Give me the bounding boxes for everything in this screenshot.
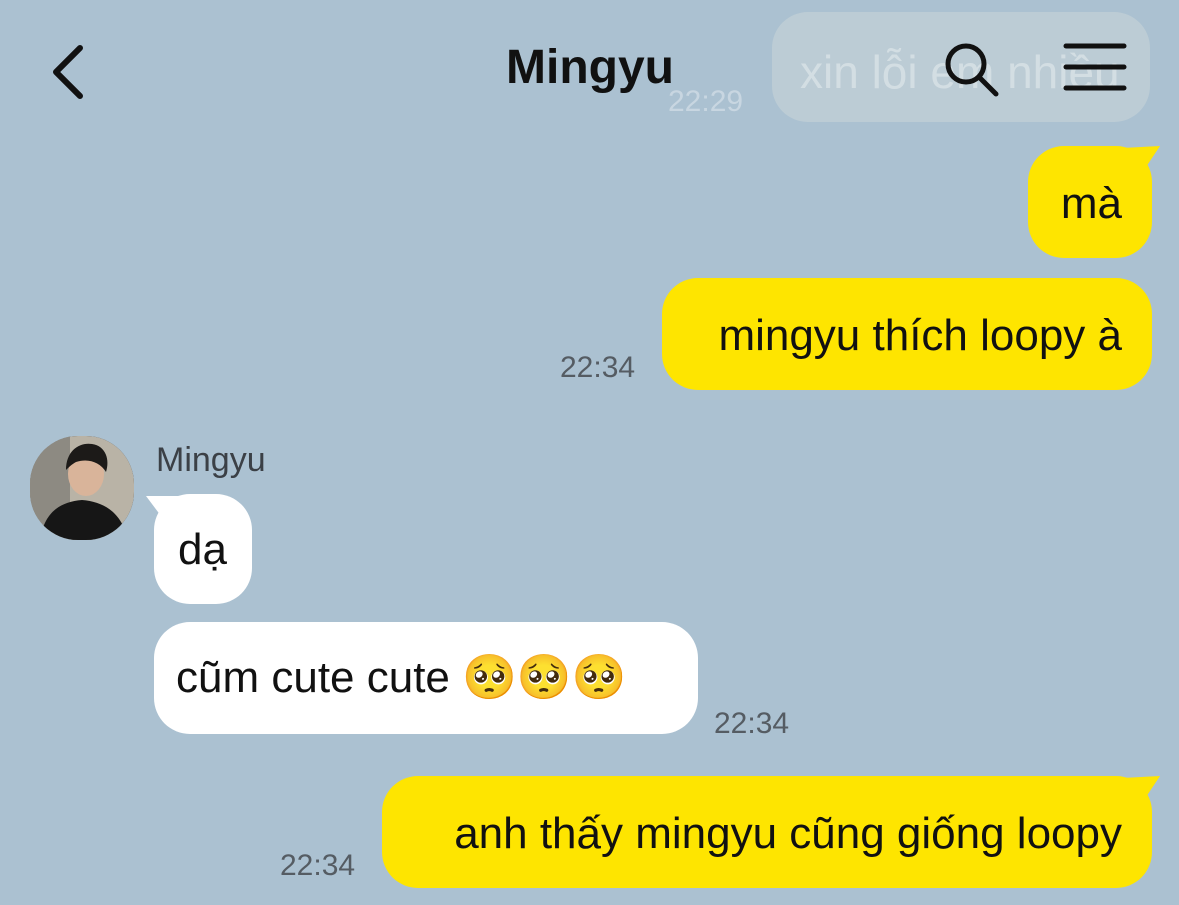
message-bubble-incoming[interactable]: cũm cute cute 🥺🥺🥺 bbox=[154, 622, 698, 734]
chat-title: Mingyu bbox=[506, 41, 674, 94]
message-bubble-outgoing[interactable]: mingyu thích loopy à bbox=[662, 278, 1152, 390]
search-button[interactable] bbox=[940, 36, 1004, 100]
message-time: 22:34 bbox=[560, 351, 636, 384]
avatar-photo-icon bbox=[30, 436, 134, 540]
message-time: 22:34 bbox=[280, 849, 356, 882]
sender-name: Mingyu bbox=[156, 441, 266, 479]
search-icon bbox=[945, 43, 999, 97]
message-time: 22:34 bbox=[714, 707, 790, 740]
message-bubble-outgoing[interactable]: anh thấy mingyu cũng giống loopy bbox=[382, 776, 1152, 888]
avatar[interactable] bbox=[30, 436, 134, 540]
message-text: cũm cute cute 🥺🥺🥺 bbox=[176, 653, 627, 702]
message-text: mingyu thích loopy à bbox=[718, 311, 1122, 360]
back-button[interactable] bbox=[40, 36, 100, 106]
hamburger-menu-icon bbox=[1063, 43, 1127, 91]
menu-button[interactable] bbox=[1058, 36, 1132, 100]
bubble-tail bbox=[1122, 146, 1160, 170]
bubble-tail bbox=[1122, 776, 1160, 800]
bubble-tail bbox=[146, 496, 182, 520]
message-text: anh thấy mingyu cũng giống loopy bbox=[454, 809, 1122, 858]
message-text: dạ bbox=[178, 525, 227, 574]
message-text: mà bbox=[1060, 179, 1122, 228]
chevron-left-icon bbox=[53, 45, 83, 99]
